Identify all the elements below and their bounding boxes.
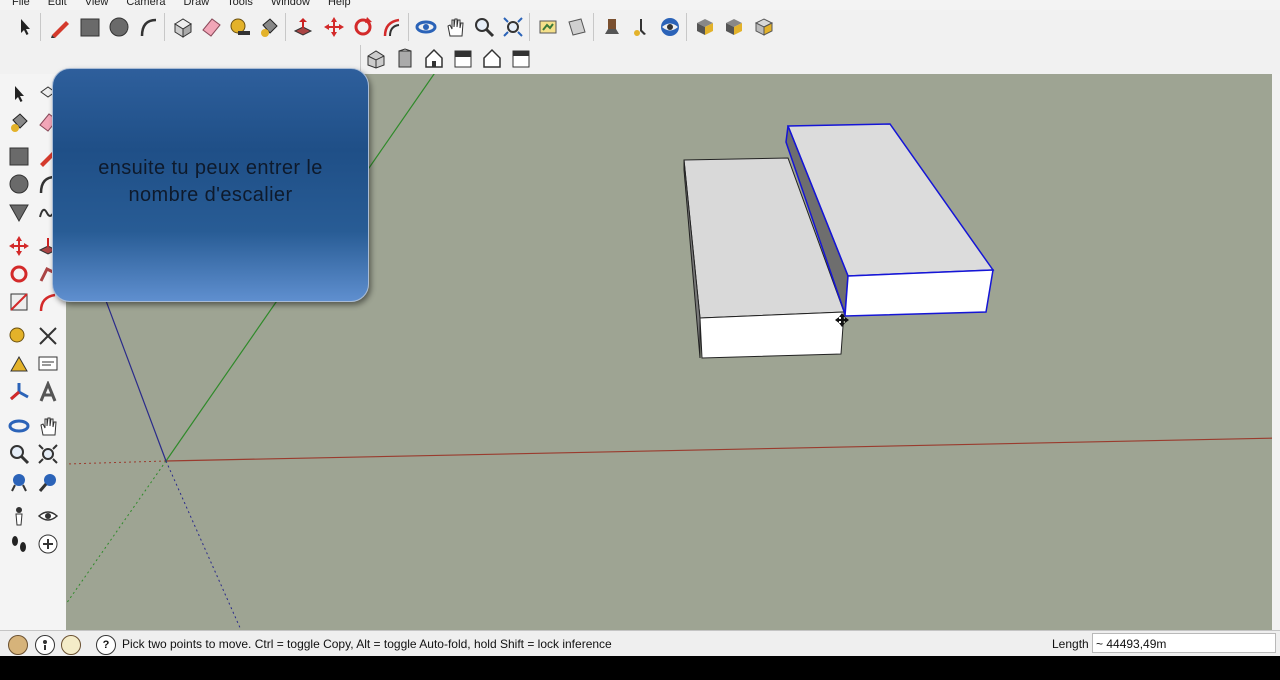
walk-icon[interactable] [7,532,31,556]
position-camera-icon[interactable] [600,15,624,39]
toolbar-separator [529,13,530,41]
annotation-text: ensuite tu peux entrer le nombre d'escal… [53,155,368,209]
upper-step-front-face [844,269,994,317]
toolbar-separator [285,13,286,41]
move-icon[interactable] [322,15,346,39]
menubar: File Edit View Camera Draw Tools Window … [0,0,1280,10]
menu-file[interactable]: File [12,0,30,8]
share-model-icon[interactable] [722,15,746,39]
measurements-label: Length [1052,637,1089,651]
left-view-icon[interactable] [509,46,533,70]
blue-axis-negative [165,460,242,630]
paint-bucket-icon[interactable] [7,110,31,134]
protractor-icon[interactable] [7,352,31,376]
polygon-icon[interactable] [7,200,31,224]
green-axis-negative [66,460,167,605]
annotation-bubble: ensuite tu peux entrer le nombre d'escal… [52,68,369,302]
push-pull-icon[interactable] [291,15,315,39]
select-arrow-icon[interactable] [13,15,37,39]
toolbar-separator [360,45,361,73]
toolbar-separator [686,13,687,41]
circle-icon[interactable] [7,172,31,196]
tape-measure-icon[interactable] [228,15,252,39]
axes-icon[interactable] [7,380,31,404]
viewport-right-border [1272,74,1280,630]
rotate-icon[interactable] [351,15,375,39]
geo-location-icon[interactable] [8,635,28,655]
back-view-icon[interactable] [480,46,504,70]
pan-icon[interactable] [443,15,467,39]
position-camera-icon[interactable] [7,504,31,528]
zoom-icon[interactable] [7,442,31,466]
credits-icon[interactable] [35,635,55,655]
toolbar-separator [593,13,594,41]
copyright-icon[interactable] [61,635,81,655]
dimension-icon[interactable] [36,324,60,348]
menu-camera[interactable]: Camera [126,0,165,8]
front-view-icon[interactable] [422,46,446,70]
help-icon[interactable]: ? [96,635,116,655]
move-icon[interactable] [7,234,31,258]
tape-measure-icon[interactable] [7,324,31,348]
zoom-icon[interactable] [472,15,496,39]
menu-tools[interactable]: Tools [227,0,253,8]
arc-icon[interactable] [137,15,161,39]
menu-items: File Edit View Camera Draw Tools Window … [12,0,351,8]
share-component-icon[interactable] [751,15,775,39]
right-view-icon[interactable] [451,46,475,70]
scale-icon[interactable] [7,290,31,314]
measurements-input[interactable]: ~ 44493,49m [1092,633,1276,653]
offset-icon[interactable] [380,15,404,39]
orbit-icon[interactable] [414,15,438,39]
lower-step-front-face [699,311,845,359]
bottom-black-bar [0,656,1280,680]
toolbar-separator [408,13,409,41]
menu-draw[interactable]: Draw [183,0,209,8]
walk-icon[interactable] [629,15,653,39]
get-models-icon[interactable] [693,15,717,39]
eraser-icon[interactable] [199,15,223,39]
look-around-icon[interactable] [658,15,682,39]
toolbar-separator [164,13,165,41]
rotate-icon[interactable] [7,262,31,286]
3d-text-icon[interactable] [36,380,60,404]
main-toolbar [0,10,1280,45]
pan-icon[interactable] [36,414,60,438]
iso-view-icon[interactable] [364,46,388,70]
rectangle-icon[interactable] [7,144,31,168]
toolbar-separator [40,13,41,41]
line-pencil-icon[interactable] [48,15,72,39]
paint-bucket-icon[interactable] [257,15,281,39]
select-arrow-icon[interactable] [7,82,31,106]
text-icon[interactable] [36,352,60,376]
rectangle-icon[interactable] [78,15,102,39]
zoom-extents-icon[interactable] [501,15,525,39]
status-bar: ? Pick two points to move. Ctrl = toggle… [0,630,1280,657]
top-view-icon[interactable] [393,46,417,70]
menu-edit[interactable]: Edit [48,0,67,8]
section-plane-icon[interactable] [36,532,60,556]
menu-view[interactable]: View [85,0,109,8]
red-axis [165,437,1280,462]
zoom-window-icon[interactable] [36,442,60,466]
menu-window[interactable]: Window [271,0,310,8]
section-plane-icon[interactable] [565,15,589,39]
status-message: Pick two points to move. Ctrl = toggle C… [122,637,612,651]
circle-icon[interactable] [107,15,131,39]
orbit-icon[interactable] [7,414,31,438]
red-axis-negative [66,460,167,465]
menu-help[interactable]: Help [328,0,351,8]
look-around-icon[interactable] [36,504,60,528]
annotation-line-2: nombre d'escalier [128,184,293,206]
annotation-line-1: ensuite tu peux entrer le [98,157,323,179]
make-component-icon[interactable] [170,15,194,39]
previous-view-icon[interactable] [7,470,31,494]
zoom-extents-icon[interactable] [36,470,60,494]
walkthrough-icon[interactable] [536,15,560,39]
